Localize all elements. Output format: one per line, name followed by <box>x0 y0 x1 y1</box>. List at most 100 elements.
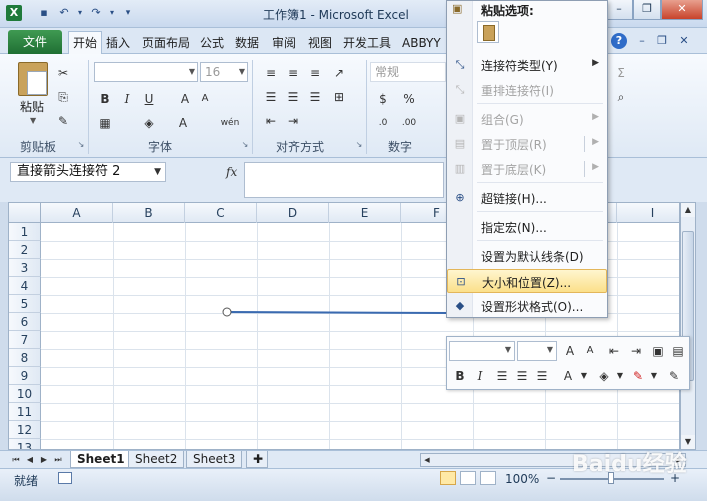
percent-format-icon[interactable]: % <box>400 90 418 108</box>
macro-record-icon[interactable] <box>58 472 72 484</box>
cut-icon[interactable]: ✂ <box>54 64 72 82</box>
decrease-decimal-icon[interactable]: .00 <box>400 114 418 132</box>
font-shrink-icon[interactable]: A <box>196 90 214 108</box>
undo-icon[interactable]: ↶ <box>56 5 72 21</box>
tab-abbyy[interactable]: ABBYY <box>402 32 441 54</box>
align-middle-icon[interactable]: ≡ <box>284 64 302 82</box>
fill-color-icon[interactable]: ◈ <box>140 114 158 132</box>
phonetic-guide-icon[interactable]: wén <box>216 114 244 132</box>
font-grow-icon[interactable]: A <box>176 90 194 108</box>
italic-button[interactable]: I <box>118 90 136 108</box>
insert-function-icon[interactable]: fx <box>226 162 237 182</box>
scroll-left-icon[interactable]: ◀ <box>421 454 433 466</box>
format-painter-icon[interactable]: ✎ <box>665 367 683 385</box>
tab-developer[interactable]: 开发工具 <box>343 32 391 54</box>
menu-item-group[interactable]: ▣ 组合(G) ▶ <box>447 107 607 131</box>
sheet-tab[interactable]: Sheet3 <box>186 451 243 468</box>
next-sheet-icon[interactable]: ▶ <box>38 453 50 467</box>
formula-input[interactable] <box>244 162 444 198</box>
tab-page-layout[interactable]: 页面布局 <box>142 32 190 54</box>
name-box[interactable]: 直接箭头连接符 2 ▼ <box>10 162 166 182</box>
tab-view[interactable]: 视图 <box>308 32 332 54</box>
help-icon[interactable]: ? <box>611 33 627 49</box>
restore-button[interactable]: ❐ <box>633 0 661 20</box>
align-center-icon[interactable]: ☰ <box>284 88 302 106</box>
clipboard-launcher-icon[interactable]: ↘ <box>76 140 86 150</box>
increase-decimal-icon[interactable]: .0 <box>374 114 392 132</box>
merge-cells-icon[interactable]: ⊞ <box>330 88 348 106</box>
font-grow-icon[interactable]: A <box>561 342 579 360</box>
paste-icon[interactable] <box>18 62 48 96</box>
bold-button[interactable]: B <box>96 90 114 108</box>
page-layout-view-icon[interactable] <box>460 471 476 485</box>
align-left-icon[interactable]: ☰ <box>262 88 280 106</box>
ribbon-restore-icon[interactable]: ❐ <box>654 33 670 49</box>
ribbon-minimize-icon[interactable]: – <box>634 33 650 49</box>
number-format-combo[interactable]: 常规 <box>370 62 446 82</box>
align-left-icon[interactable]: ☰ <box>493 367 511 385</box>
customize-quick-access-icon[interactable]: ▾ <box>120 5 136 21</box>
menu-item-assign-macro[interactable]: 指定宏(N)... <box>447 215 607 239</box>
tab-data[interactable]: 数据 <box>235 32 259 54</box>
mini-bold-button[interactable]: B <box>451 367 469 385</box>
currency-format-icon[interactable]: $ <box>374 90 392 108</box>
close-button[interactable]: ✕ <box>661 0 703 20</box>
redo-icon[interactable]: ↷ <box>88 5 104 21</box>
align-top-icon[interactable]: ≡ <box>262 64 280 82</box>
insert-sheet-icon[interactable]: ✚ <box>246 451 268 468</box>
send-backward-icon[interactable]: ▤ <box>669 342 687 360</box>
paste-button[interactable]: 粘贴 <box>20 98 44 115</box>
connector-line[interactable] <box>226 311 450 314</box>
tab-formulas[interactable]: 公式 <box>200 32 224 54</box>
tab-insert[interactable]: 插入 <box>106 32 130 54</box>
page-break-view-icon[interactable] <box>480 471 496 485</box>
paste-option-button[interactable] <box>477 21 499 43</box>
tab-file[interactable]: 文件 <box>8 30 62 54</box>
font-color-button[interactable]: A <box>174 114 192 132</box>
chevron-down-icon[interactable]: ▼ <box>575 367 593 385</box>
font-name-combo[interactable]: ▼ <box>94 62 198 82</box>
tab-home[interactable]: 开始 <box>68 31 103 55</box>
menu-item-set-default-line[interactable]: 设置为默认线条(D) <box>447 244 607 268</box>
chevron-down-icon[interactable]: ▼ <box>645 367 663 385</box>
menu-item-connector-type[interactable]: ⤡ 连接符类型(Y) ▶ <box>447 53 607 77</box>
sheet-tab[interactable]: Sheet1 <box>70 451 132 468</box>
ribbon-close-icon[interactable]: ✕ <box>676 33 692 49</box>
orientation-icon[interactable]: ↗ <box>330 64 348 82</box>
menu-item-send-to-back[interactable]: ▥ 置于底层(K) ▶ <box>447 157 607 181</box>
normal-view-icon[interactable] <box>440 471 456 485</box>
font-launcher-icon[interactable]: ↘ <box>240 140 250 150</box>
decrease-indent-icon[interactable]: ⇤ <box>605 342 623 360</box>
align-bottom-icon[interactable]: ≡ <box>306 64 324 82</box>
underline-button[interactable]: U <box>140 90 158 108</box>
mini-italic-button[interactable]: I <box>471 367 489 385</box>
connector-start-handle[interactable] <box>222 307 232 317</box>
sum-icon[interactable]: Σ <box>612 64 630 82</box>
increase-indent-icon[interactable]: ⇥ <box>284 112 302 130</box>
tab-review[interactable]: 审阅 <box>272 32 296 54</box>
border-icon[interactable]: ▦ <box>96 114 114 132</box>
vertical-scrollbar[interactable]: ▲ ▼ <box>680 202 696 450</box>
chevron-down-icon[interactable]: ▼ <box>611 367 629 385</box>
align-center-icon[interactable]: ☰ <box>513 367 531 385</box>
mini-font-name-combo[interactable]: ▼ <box>449 341 515 361</box>
redo-dropdown-icon[interactable]: ▾ <box>104 5 120 21</box>
zoom-level[interactable]: 100% <box>505 472 539 486</box>
undo-dropdown-icon[interactable]: ▾ <box>72 5 88 21</box>
menu-item-reroute-connectors[interactable]: ⤡ 重排连接符(I) <box>447 78 607 102</box>
scroll-up-icon[interactable]: ▲ <box>681 203 695 217</box>
font-size-combo[interactable]: 16 ▼ <box>200 62 248 82</box>
paste-dropdown-icon[interactable]: ▼ <box>30 116 36 125</box>
format-painter-icon[interactable]: ✎ <box>54 112 72 130</box>
save-icon[interactable]: ▪ <box>36 5 52 21</box>
menu-item-format-shape[interactable]: ◆ 设置形状格式(O)... <box>447 294 607 318</box>
bring-forward-icon[interactable]: ▣ <box>649 342 667 360</box>
last-sheet-icon[interactable]: ⏭ <box>52 453 64 467</box>
menu-item-size-and-position[interactable]: ⊡ 大小和位置(Z)... <box>447 269 607 293</box>
mini-font-size-combo[interactable]: ▼ <box>517 341 557 361</box>
align-right-icon[interactable]: ☰ <box>306 88 324 106</box>
minimize-button[interactable]: – <box>605 0 633 20</box>
sheet-tab[interactable]: Sheet2 <box>128 451 185 468</box>
zoom-out-icon[interactable]: − <box>544 471 558 485</box>
font-shrink-icon[interactable]: A <box>581 342 599 360</box>
